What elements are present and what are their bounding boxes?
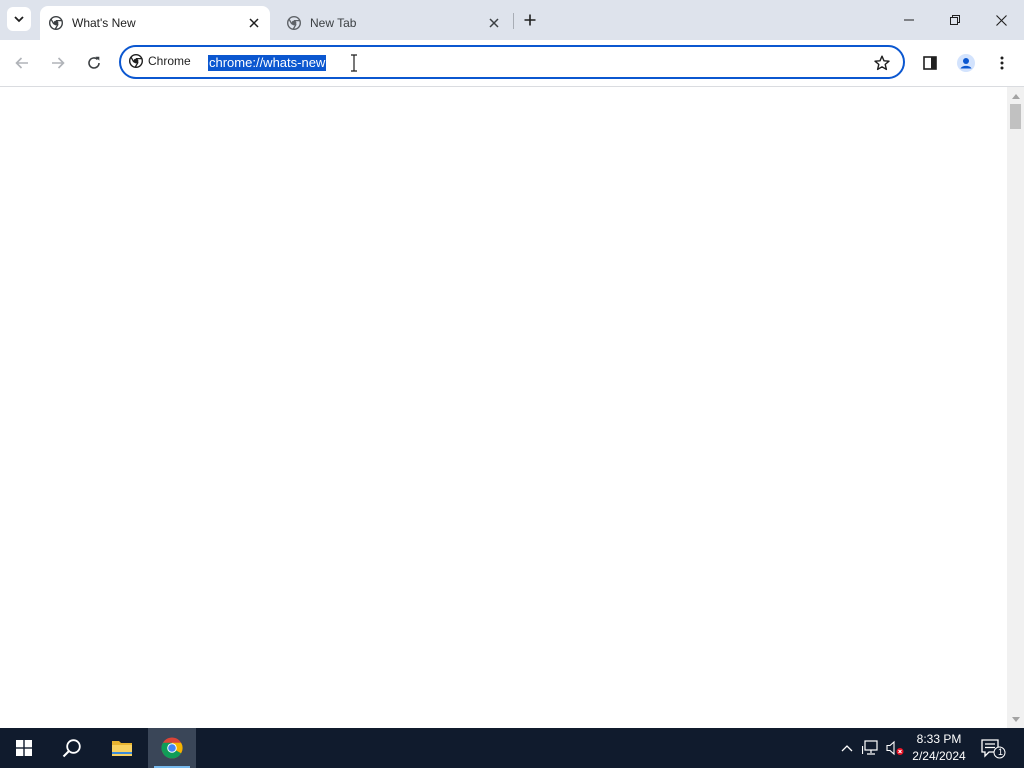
- more-vert-icon: [1000, 56, 1004, 70]
- scrollbar-thumb[interactable]: [1010, 104, 1021, 129]
- reload-button[interactable]: [82, 51, 106, 75]
- vertical-scrollbar[interactable]: [1007, 87, 1024, 728]
- arrow-right-icon: [52, 57, 65, 69]
- clock-time: 8:33 PM: [916, 732, 962, 746]
- tab-search-button[interactable]: [7, 7, 31, 31]
- volume-muted-icon: [886, 740, 904, 756]
- tab-title: What's New: [72, 16, 136, 30]
- file-explorer-button[interactable]: [98, 728, 146, 768]
- folder-icon: [112, 741, 132, 756]
- start-button[interactable]: [0, 728, 48, 768]
- search-button[interactable]: [48, 728, 96, 768]
- triangle-down-icon: [1011, 716, 1020, 722]
- chrome-favicon-icon: [287, 16, 301, 30]
- arrow-left-icon: [15, 57, 28, 69]
- side-panel-icon: [923, 56, 937, 70]
- notification-count: 1: [997, 747, 1003, 757]
- browser-toolbar: Chrome chrome://whats-new: [0, 40, 1024, 87]
- star-icon: [874, 55, 890, 71]
- close-icon[interactable]: [246, 15, 262, 31]
- minimize-icon: [904, 19, 914, 21]
- taskbar: 8:33 PM 2/24/2024 1: [0, 728, 1024, 768]
- page-content: [0, 87, 1007, 728]
- tab-new-tab[interactable]: New Tab: [278, 6, 510, 40]
- back-button[interactable]: [10, 51, 34, 75]
- plus-icon: [524, 14, 536, 26]
- address-bar[interactable]: Chrome chrome://whats-new: [119, 45, 905, 79]
- tab-title: New Tab: [310, 16, 357, 30]
- scroll-up-button[interactable]: [1007, 89, 1024, 103]
- profile-avatar-icon: [957, 54, 975, 72]
- bookmark-button[interactable]: [873, 54, 891, 72]
- site-chip[interactable]: Chrome: [129, 54, 191, 68]
- chrome-taskbar-button[interactable]: [148, 728, 196, 768]
- show-hidden-icons-button[interactable]: [838, 728, 856, 768]
- clock-date: 2/24/2024: [912, 749, 966, 763]
- chevron-up-icon: [841, 745, 853, 752]
- chevron-down-icon: [14, 16, 24, 23]
- restore-button[interactable]: [932, 0, 978, 40]
- close-icon[interactable]: [486, 15, 502, 31]
- triangle-up-icon: [1011, 93, 1020, 99]
- close-window-button[interactable]: [978, 0, 1024, 40]
- menu-button[interactable]: [990, 51, 1014, 75]
- action-center-button[interactable]: 1: [978, 728, 1008, 768]
- search-icon: [62, 739, 81, 758]
- tab-whats-new[interactable]: What's New: [40, 6, 270, 40]
- network-icon: [862, 740, 878, 755]
- new-tab-button[interactable]: [520, 10, 540, 30]
- clock[interactable]: 8:33 PM 2/24/2024: [905, 731, 973, 765]
- tab-strip: What's New New Tab: [0, 0, 1024, 40]
- forward-button[interactable]: [46, 51, 70, 75]
- reload-icon: [88, 56, 100, 69]
- url-text[interactable]: chrome://whats-new: [208, 55, 327, 71]
- windows-logo-icon: [16, 740, 32, 756]
- network-button[interactable]: [860, 728, 882, 768]
- scroll-down-button[interactable]: [1007, 712, 1024, 726]
- chrome-logo-icon: [161, 737, 183, 759]
- chrome-logo-icon: [129, 54, 143, 68]
- profile-button[interactable]: [954, 51, 978, 75]
- tab-divider: [513, 13, 514, 29]
- close-icon: [995, 14, 1007, 26]
- volume-button[interactable]: [884, 728, 906, 768]
- restore-icon: [950, 15, 960, 25]
- side-panel-button[interactable]: [918, 51, 942, 75]
- site-chip-label: Chrome: [148, 54, 191, 68]
- minimize-button[interactable]: [886, 0, 932, 40]
- chrome-favicon-icon: [49, 16, 63, 30]
- text-cursor-icon: [351, 54, 357, 72]
